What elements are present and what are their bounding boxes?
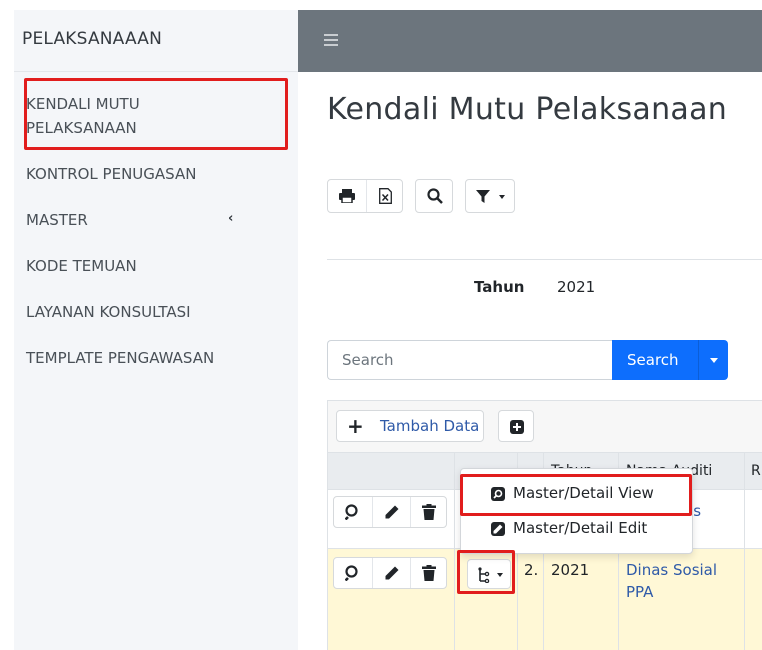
filter-icon <box>476 190 490 203</box>
cell-nama-auditi-line2: PPA <box>626 583 654 601</box>
chevron-down-icon <box>497 573 503 577</box>
edit-row-button[interactable] <box>372 497 410 527</box>
sidebar-item-kode-temuan[interactable]: KODE TEMUAN <box>26 254 137 278</box>
print-button[interactable] <box>328 180 366 212</box>
master-detail-dropdown-button[interactable] <box>467 559 511 589</box>
view-icon <box>491 487 505 501</box>
edit-row-button[interactable] <box>372 558 410 588</box>
pencil-icon <box>385 505 399 519</box>
sidebar-item-label: PELAKSANAAN <box>26 119 137 137</box>
search-options-dropdown[interactable] <box>698 340 728 380</box>
print-icon <box>339 189 355 203</box>
plus-square-icon <box>510 420 524 434</box>
view-row-button[interactable] <box>334 497 372 527</box>
chevron-left-icon[interactable]: ‹ <box>228 211 233 226</box>
table-row-selected: 2. 2021 Dinas Sosial PPA <box>328 549 762 650</box>
plus-icon: + <box>347 414 364 438</box>
column-divider <box>454 453 455 650</box>
menu-item-master-detail-edit[interactable]: Master/Detail Edit <box>461 513 692 547</box>
excel-export-button[interactable] <box>366 180 404 212</box>
tahun-value[interactable]: 2021 <box>557 278 595 296</box>
add-data-label: Tambah Data <box>380 417 480 435</box>
menu-item-label: Master/Detail View <box>513 484 654 502</box>
search-icon <box>345 504 358 520</box>
sidebar-item-master[interactable]: MASTER <box>26 208 88 232</box>
sidebar-item-kontrol-penugasan[interactable]: KONTROL PENUGASAN <box>26 162 196 186</box>
brand-title: PELAKSANAAAN <box>22 29 163 49</box>
column-divider <box>744 453 745 650</box>
column-header-r[interactable]: R <box>751 463 761 479</box>
filter-dropdown-button[interactable] <box>465 179 515 213</box>
sidebar-item-template-pengawasan[interactable]: TEMPLATE PENGAWASAN <box>26 346 214 370</box>
chevron-down-icon <box>499 195 505 199</box>
sidebar-item-kendali-mutu[interactable]: KENDALI MUTU PELAKSANAAN <box>26 92 140 140</box>
search-input[interactable]: Search <box>327 340 612 380</box>
search-icon <box>427 188 443 204</box>
add-data-button[interactable]: + Tambah Data <box>336 410 484 442</box>
add-master-detail-button[interactable] <box>498 410 534 442</box>
cell-nama-auditi-line1: Dinas Sosial <box>626 561 718 579</box>
brand-header: PELAKSANAAAN <box>14 10 298 72</box>
tree-icon <box>478 567 490 583</box>
tahun-label: Tahun <box>474 278 525 296</box>
row-action-buttons <box>333 557 447 589</box>
grid-toolbar: + Tambah Data <box>328 401 762 453</box>
excel-export-icon <box>379 188 392 204</box>
edit-icon <box>491 522 505 536</box>
sidebar-item-layanan-konsultasi[interactable]: LAYANAN KONSULTASI <box>26 300 191 324</box>
delete-row-button[interactable] <box>410 558 448 588</box>
delete-row-button[interactable] <box>410 497 448 527</box>
pencil-icon <box>385 566 399 580</box>
trash-icon <box>422 565 436 581</box>
hamburger-icon[interactable] <box>324 34 338 46</box>
sidebar-item-label: KENDALI MUTU <box>26 95 140 113</box>
cell-tahun: 2021 <box>551 561 590 579</box>
top-navbar <box>298 10 762 72</box>
search-button[interactable]: Search <box>612 340 698 380</box>
export-button-group <box>327 179 403 213</box>
view-row-button[interactable] <box>334 558 372 588</box>
row-action-buttons <box>333 496 447 528</box>
cell-nama-auditi[interactable]: Dinas Sosial PPA <box>626 559 717 603</box>
divider <box>327 259 762 260</box>
menu-item-label: Master/Detail Edit <box>513 519 648 537</box>
trash-icon <box>422 504 436 520</box>
master-detail-menu: Master/Detail View Master/Detail Edit <box>460 468 693 554</box>
search-toggle-button[interactable] <box>415 179 453 213</box>
cell-no: 2. <box>524 561 539 579</box>
page-title: Kendali Mutu Pelaksanaan <box>327 92 728 127</box>
search-icon <box>345 565 358 581</box>
menu-item-master-detail-view[interactable]: Master/Detail View <box>461 477 692 511</box>
